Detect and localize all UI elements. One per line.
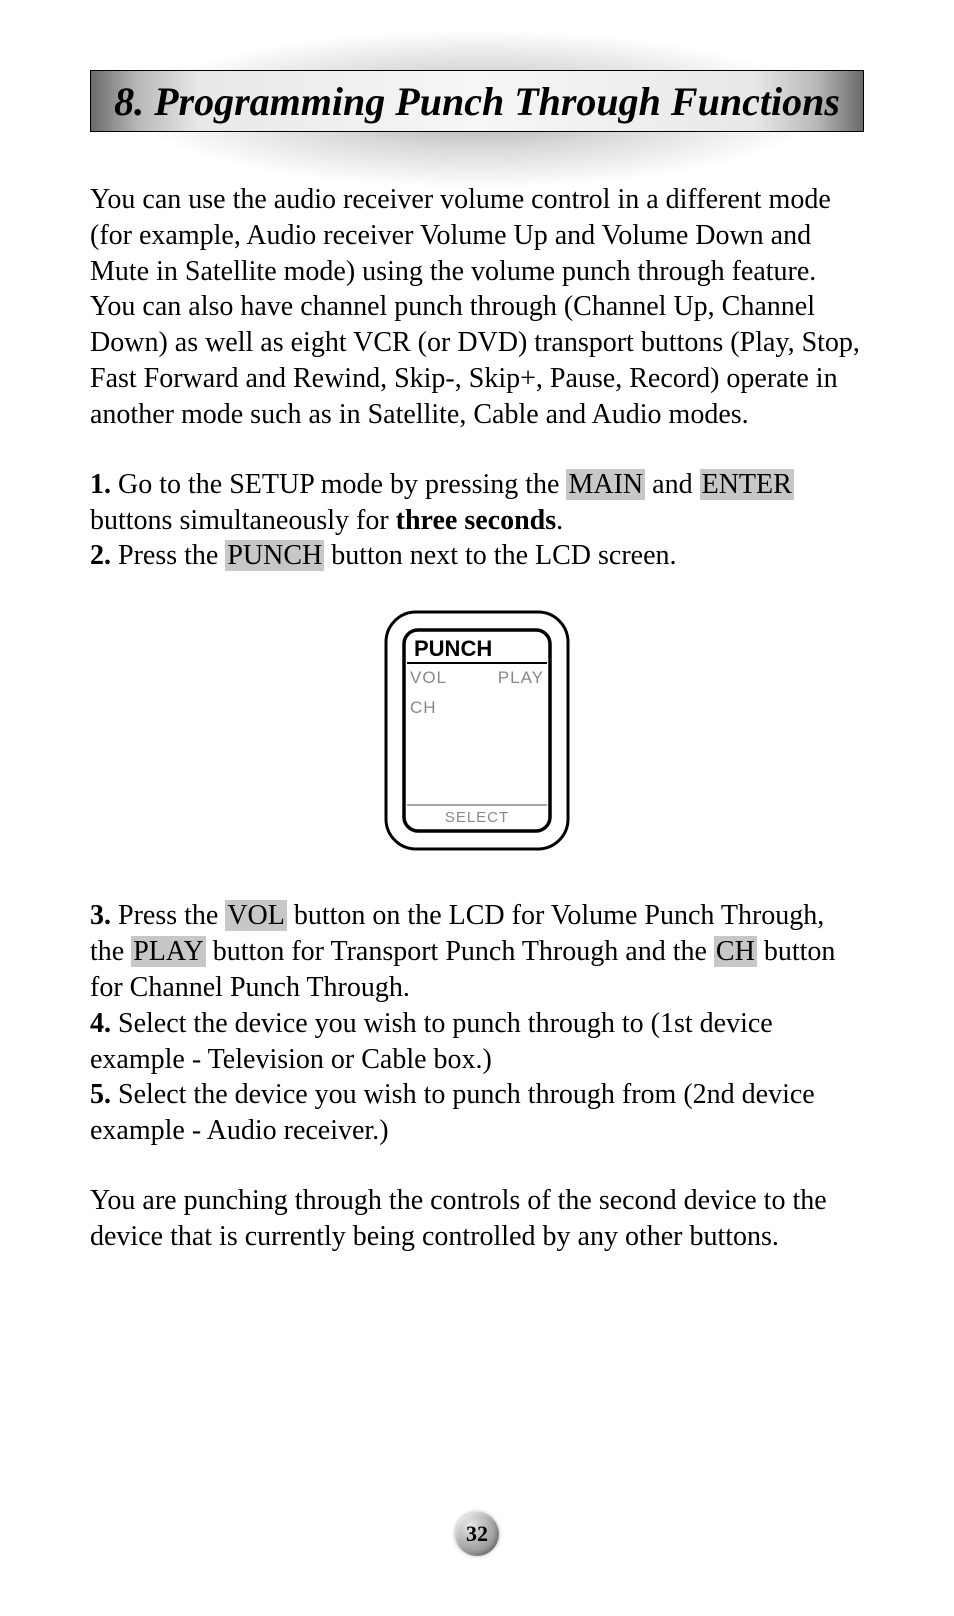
punch-button-label: PUNCH [225,540,324,571]
step-5-text: Select the device you wish to punch thro… [90,1079,815,1146]
step-3-text-c: button for Transport Punch Through and t… [206,936,714,967]
step-1-text-d: . [556,505,563,536]
page-number-badge: 32 [455,1512,499,1556]
steps-block-1: 1. Go to the SETUP mode by pressing the … [90,467,864,574]
step-2-text-a: Press the [111,540,225,571]
step-1-text-b: and [645,469,699,500]
lcd-play: PLAY [498,668,544,687]
lcd-icon: PUNCH VOL PLAY CH SELECT [382,608,572,853]
step-3-text-a: Press the [111,900,225,931]
page-number: 32 [466,1521,488,1547]
page-number-wrap: 32 [0,1512,954,1556]
main-button-label: MAIN [566,469,645,500]
header-bar: 8. Programming Punch Through Functions [90,70,864,132]
step-3-number: 3. [90,900,111,931]
steps-block-2: 3. Press the VOL button on the LCD for V… [90,898,864,1149]
manual-page: 8. Programming Punch Through Functions Y… [0,0,954,1616]
body-text: You can use the audio receiver volume co… [90,182,864,1255]
play-button-label: PLAY [131,936,206,967]
step-1-text-a: Go to the SETUP mode by pressing the [111,469,566,500]
step-5-number: 5. [90,1079,111,1110]
lcd-illustration: PUNCH VOL PLAY CH SELECT [90,608,864,853]
closing-paragraph: You are punching through the controls of… [90,1183,864,1255]
step-1-number: 1. [90,469,111,500]
ch-button-label: CH [714,936,757,967]
step-1-text-c: buttons simultaneously for [90,505,396,536]
step-2-number: 2. [90,540,111,571]
section-header: 8. Programming Punch Through Functions [90,70,864,132]
step-4-text: Select the device you wish to punch thro… [90,1008,773,1075]
section-title: 8. Programming Punch Through Functions [114,78,840,125]
intro-paragraph: You can use the audio receiver volume co… [90,182,864,433]
lcd-vol: VOL [410,668,447,687]
enter-button-label: ENTER [700,469,794,500]
step-2-text-b: button next to the LCD screen. [324,540,676,571]
lcd-title: PUNCH [414,636,492,661]
step-4-number: 4. [90,1008,111,1039]
lcd-ch: CH [410,698,437,717]
step-1-bold: three seconds [396,505,556,536]
lcd-select: SELECT [445,809,509,826]
vol-button-label: VOL [225,900,287,931]
